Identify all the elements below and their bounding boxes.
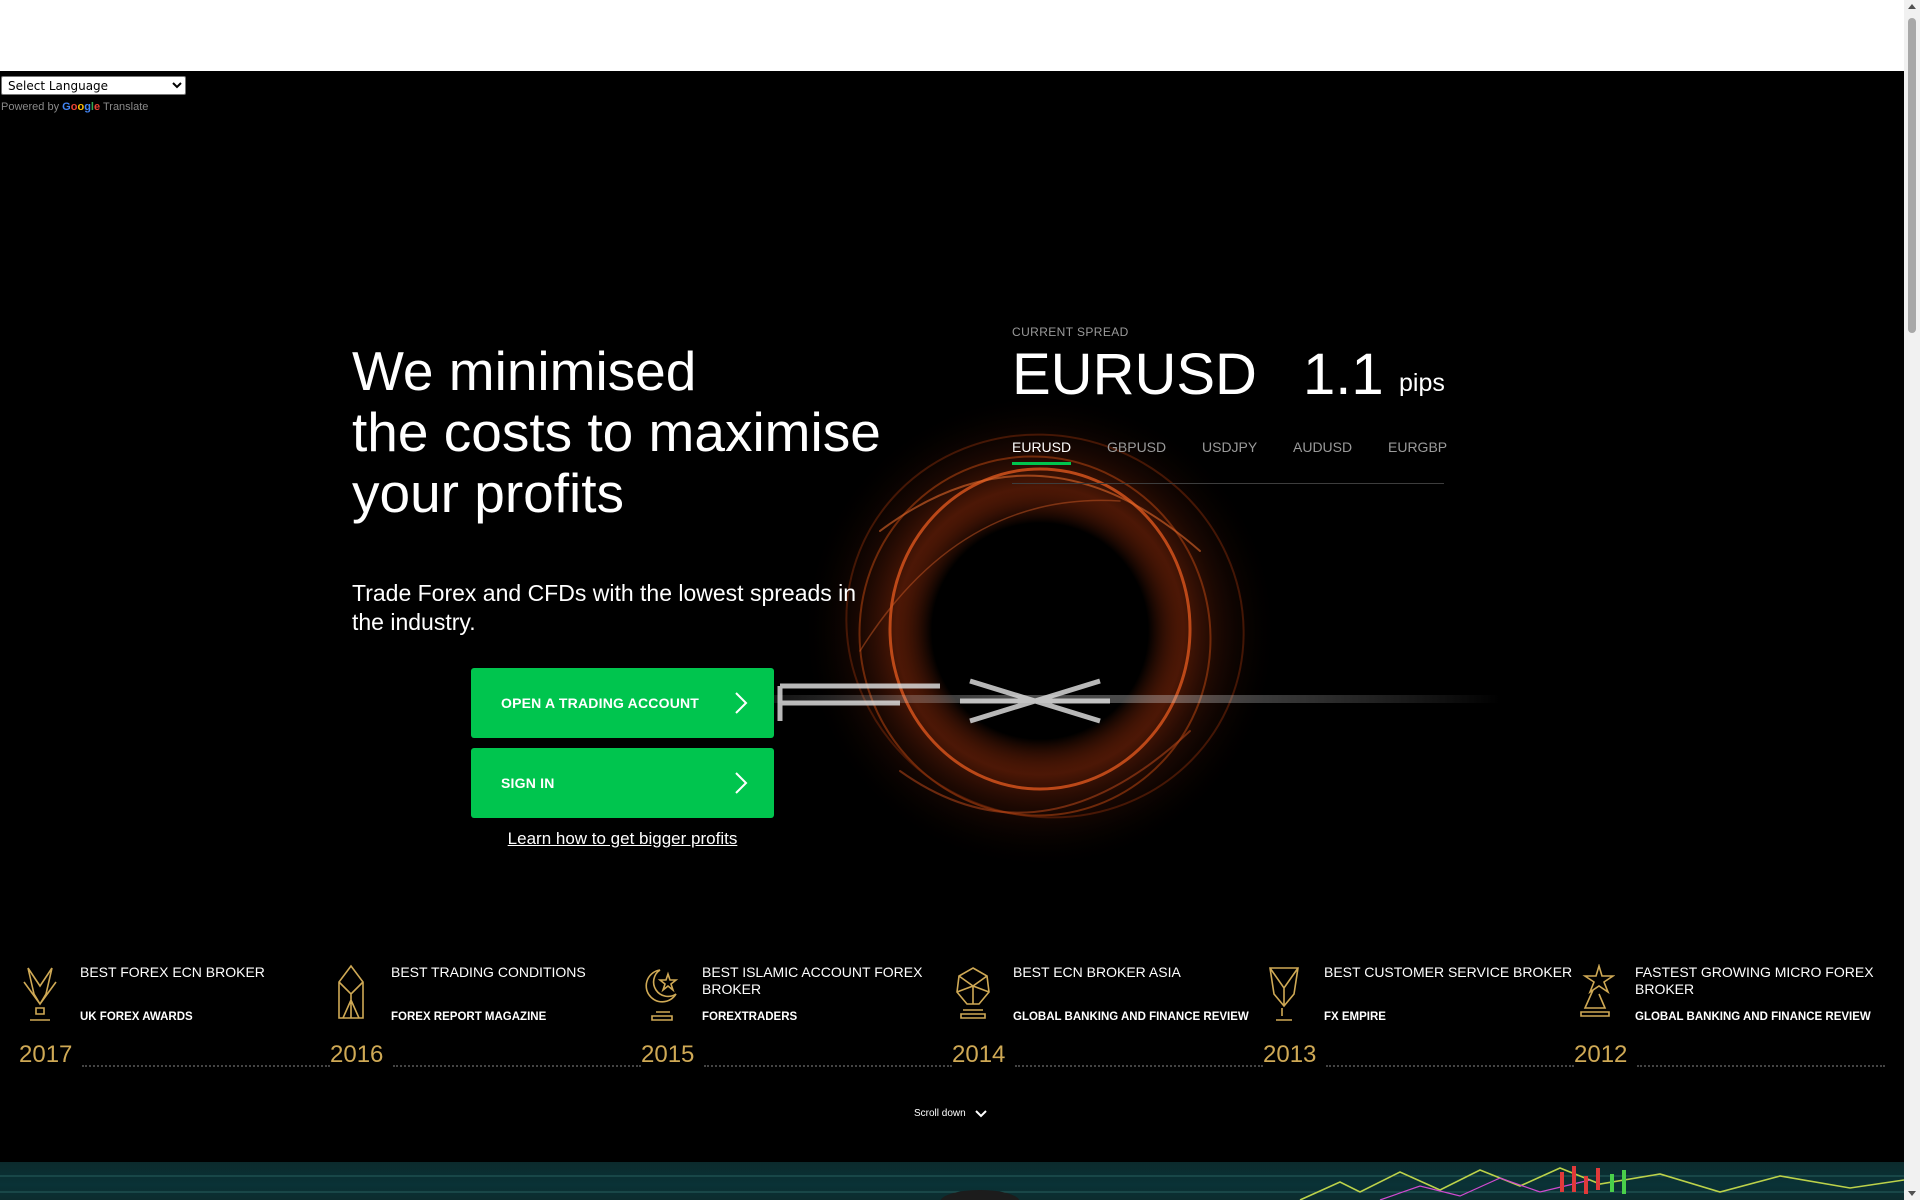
tab-audusd[interactable]: AUDUSD: [1293, 439, 1352, 462]
award-year: 2012: [1574, 1041, 1628, 1068]
award-title: BEST CUSTOMER SERVICE BROKER: [1324, 964, 1573, 980]
google-logo: Google: [62, 101, 101, 113]
award-divider: [1015, 1065, 1263, 1067]
powered-by-text: Powered by: [1, 101, 60, 113]
hero-headline: We minimised the costs to maximise your …: [352, 341, 912, 524]
globe-trophy-icon: [956, 967, 990, 1019]
award-title: BEST TRADING CONDITIONS: [391, 964, 586, 980]
award-item: BEST ECN BROKER ASIA GLOBAL BANKING AND …: [952, 964, 1263, 1074]
star-trophy-icon: [1580, 964, 1615, 1017]
award-year: 2013: [1263, 1041, 1317, 1068]
trophy-icon: [23, 967, 57, 1021]
award-item: BEST FOREX ECN BROKER UK FOREX AWARDS 20…: [19, 964, 330, 1074]
tab-gbpusd[interactable]: GBPUSD: [1107, 439, 1166, 462]
sign-in-label: SIGN IN: [501, 775, 555, 791]
open-trading-account-label: OPEN A TRADING ACCOUNT: [501, 695, 700, 711]
award-divider: [1637, 1065, 1885, 1067]
award-divider: [704, 1065, 952, 1067]
award-source: FOREX REPORT MAGAZINE: [391, 1011, 547, 1023]
award-item: BEST ISLAMIC ACCOUNT FOREX BROKER FOREXT…: [641, 964, 952, 1074]
scroll-up-arrow-icon[interactable]: [1908, 4, 1916, 9]
award-item: FASTEST GROWING MICRO FOREX BROKER GLOBA…: [1574, 964, 1885, 1074]
top-white-bar: [0, 0, 1904, 71]
award-item: BEST CUSTOMER SERVICE BROKER FX EMPIRE 2…: [1263, 964, 1574, 1074]
chevron-down-icon: [974, 1109, 987, 1117]
tab-eurusd[interactable]: EURUSD: [1012, 439, 1072, 465]
spread-value: 1.1: [1303, 342, 1384, 407]
award-source: FX EMPIRE: [1324, 1011, 1386, 1023]
page-content: Select Language Powered by Google Transl…: [0, 71, 1904, 1200]
tab-eurgbp[interactable]: EURGBP: [1388, 439, 1447, 462]
award-title: BEST ISLAMIC ACCOUNT FOREX BROKER: [702, 964, 923, 997]
sign-in-button[interactable]: SIGN IN: [471, 748, 774, 818]
hero-subhead: Trade Forex and CFDs with the lowest spr…: [352, 580, 857, 635]
award-source: GLOBAL BANKING AND FINANCE REVIEW: [1013, 1011, 1249, 1023]
scroll-down-button[interactable]: Scroll down: [914, 1108, 988, 1119]
spread-pair: EURUSD: [1012, 342, 1257, 407]
award-divider: [393, 1065, 641, 1067]
award-divider: [1326, 1065, 1574, 1067]
award-source: GLOBAL BANKING AND FINANCE REVIEW: [1635, 1011, 1871, 1023]
award-source: FOREXTRADERS: [702, 1011, 798, 1023]
spread-unit: pips: [1399, 369, 1445, 397]
scroll-down-label: Scroll down: [914, 1108, 966, 1119]
vertical-scrollbar[interactable]: [1904, 0, 1920, 1200]
tab-usdjpy[interactable]: USDJPY: [1202, 439, 1257, 462]
open-trading-account-button[interactable]: OPEN A TRADING ACCOUNT: [471, 668, 774, 738]
award-source: UK FOREX AWARDS: [80, 1011, 193, 1023]
award-year: 2014: [952, 1041, 1006, 1068]
trading-chart-graphic: [0, 1166, 1904, 1200]
learn-bigger-profits-link[interactable]: Learn how to get bigger profits: [471, 829, 774, 849]
crystal-trophy-icon: [338, 964, 364, 1019]
headline-line: your profits: [352, 462, 625, 524]
translate-link[interactable]: Translate: [103, 101, 148, 113]
award-year: 2017: [19, 1041, 73, 1068]
scroll-down-arrow-icon[interactable]: [1908, 1191, 1916, 1196]
award-divider: [82, 1065, 330, 1067]
powered-by-google-translate: Powered by Google Translate: [1, 101, 148, 113]
crescent-star-trophy-icon: [645, 969, 679, 1021]
award-item: BEST TRADING CONDITIONS FOREX REPORT MAG…: [330, 964, 641, 1074]
award-year: 2015: [641, 1041, 695, 1068]
award-title: FASTEST GROWING MICRO FOREX BROKER: [1635, 964, 1874, 997]
award-title: BEST ECN BROKER ASIA: [1013, 964, 1181, 980]
chevron-right-icon: [735, 692, 748, 714]
chevron-right-icon: [735, 772, 748, 794]
headline-line: the costs to maximise: [352, 401, 881, 463]
currency-pair-tabs: EURUSD GBPUSD USDJPY AUDUSD EURGBP: [1012, 439, 1447, 484]
award-title: BEST FOREX ECN BROKER: [80, 964, 265, 980]
shield-trophy-icon: [1269, 967, 1299, 1021]
language-select[interactable]: Select Language: [1, 76, 186, 95]
award-year: 2016: [330, 1041, 384, 1068]
scrollbar-thumb[interactable]: [1908, 18, 1916, 333]
next-section-preview: [0, 1162, 1904, 1200]
current-spread-label: CURRENT SPREAD: [1012, 325, 1129, 339]
headline-line: We minimised: [352, 340, 697, 402]
